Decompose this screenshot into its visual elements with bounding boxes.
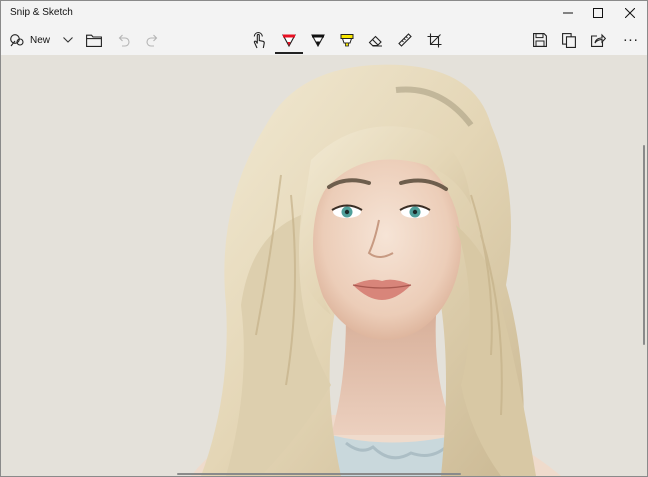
highlighter-button[interactable] xyxy=(336,25,358,55)
new-dropdown-button[interactable] xyxy=(59,25,77,55)
close-icon xyxy=(625,8,635,18)
image-canvas[interactable] xyxy=(1,55,647,476)
more-icon: ... xyxy=(623,27,639,45)
copy-button[interactable] xyxy=(558,25,580,55)
redo-icon xyxy=(146,34,158,47)
undo-icon xyxy=(118,34,130,47)
highlighter-icon xyxy=(340,34,354,47)
snip-icon xyxy=(10,34,24,47)
crop-icon xyxy=(427,33,441,47)
open-file-button[interactable] xyxy=(83,25,105,55)
undo-button[interactable] xyxy=(113,25,133,55)
window-title: Snip & Sketch xyxy=(10,7,73,18)
ballpoint-pen-button[interactable] xyxy=(278,25,300,55)
chevron-down-icon xyxy=(63,37,73,43)
save-icon xyxy=(533,33,547,47)
ruler-icon xyxy=(398,33,412,47)
ballpoint-pen-icon xyxy=(282,34,296,47)
snip-and-sketch-window: Snip & Sketch New ... xyxy=(0,0,648,477)
pencil-button[interactable] xyxy=(307,25,329,55)
minimize-button[interactable] xyxy=(553,1,583,25)
copy-icon xyxy=(562,32,576,48)
touch-writing-icon xyxy=(253,31,265,48)
crop-button[interactable] xyxy=(423,25,445,55)
pencil-icon xyxy=(311,34,325,47)
save-button[interactable] xyxy=(529,25,551,55)
redo-button[interactable] xyxy=(143,25,163,55)
maximize-button[interactable] xyxy=(583,1,613,25)
horizontal-scrollbar[interactable] xyxy=(177,473,461,475)
share-button[interactable] xyxy=(587,25,609,55)
selected-tool-indicator xyxy=(275,52,303,54)
share-icon xyxy=(590,33,606,47)
minimize-icon xyxy=(563,12,573,14)
eraser-button[interactable] xyxy=(364,25,386,55)
new-label: New xyxy=(30,34,51,46)
close-button[interactable] xyxy=(615,1,645,25)
touch-writing-button[interactable] xyxy=(248,25,270,55)
maximize-icon xyxy=(593,8,603,18)
vertical-scrollbar[interactable] xyxy=(643,145,645,345)
new-snip-button[interactable]: New xyxy=(9,25,55,55)
portrait-photo xyxy=(1,55,647,476)
title-bar[interactable]: Snip & Sketch xyxy=(1,1,647,25)
ruler-button[interactable] xyxy=(394,25,416,55)
more-options-button[interactable]: ... xyxy=(619,25,643,55)
eraser-icon xyxy=(368,35,382,46)
toolbar: New ... xyxy=(1,25,647,55)
folder-icon xyxy=(86,34,102,47)
